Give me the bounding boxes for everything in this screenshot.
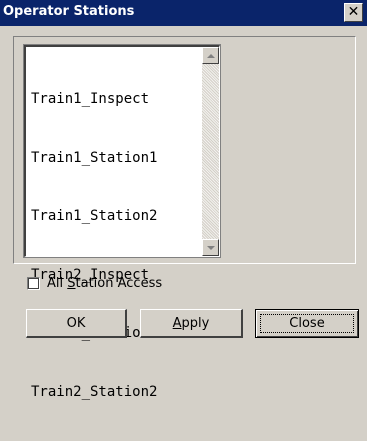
ok-button-label: OK [66, 315, 86, 331]
all-station-access-checkbox[interactable] [27, 276, 40, 290]
window-title: Operator Stations [3, 4, 135, 19]
apply-button[interactable]: Apply [140, 309, 243, 338]
stations-listbox[interactable]: Train1_Inspect Train1_Station1 Train1_St… [23, 44, 221, 400]
all-station-access-option[interactable]: All Station Access [27, 275, 162, 291]
all-station-access-label: All Station Access [47, 275, 163, 291]
close-button[interactable]: Close [255, 309, 359, 338]
list-item[interactable]: Train1_Station2 [31, 207, 157, 227]
list-item[interactable]: Train2_Station2 [31, 383, 157, 403]
close-window-button[interactable]: ✕ [344, 3, 363, 22]
scroll-up-button[interactable] [202, 47, 219, 64]
title-bar: Operator Stations ✕ [0, 0, 367, 26]
stations-list: Train1_Inspect Train1_Station1 Train1_St… [31, 51, 157, 441]
apply-button-label: Apply [172, 315, 210, 331]
list-item[interactable]: Train1_Inspect [31, 90, 157, 110]
list-item[interactable]: Train1_Station1 [31, 149, 157, 169]
close-icon: ✕ [347, 4, 360, 20]
arrow-down-icon [206, 245, 215, 250]
ok-button[interactable]: OK [26, 309, 127, 338]
scroll-down-button[interactable] [202, 239, 219, 256]
focus-rect [260, 314, 354, 333]
arrow-up-icon [206, 53, 215, 58]
vertical-scrollbar[interactable] [202, 47, 219, 256]
